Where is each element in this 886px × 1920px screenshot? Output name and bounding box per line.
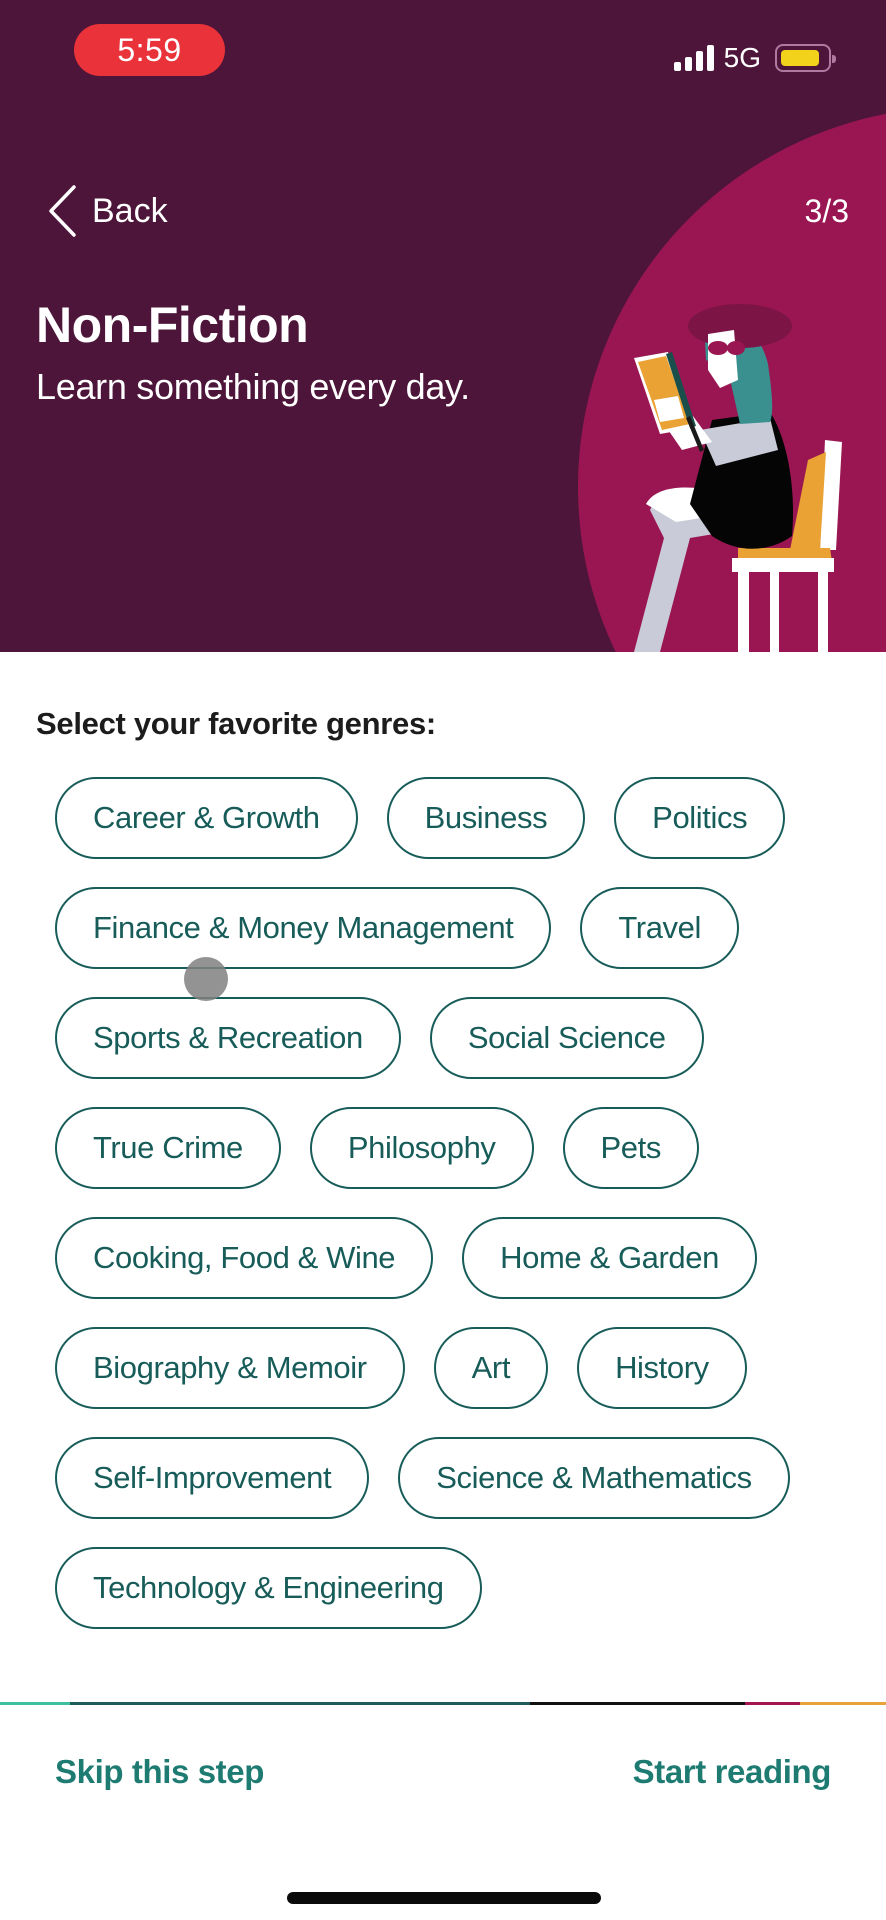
page-subtitle: Learn something every day.	[36, 366, 470, 407]
genre-chip[interactable]: Career & Growth	[55, 777, 358, 859]
back-button[interactable]: Back	[46, 184, 168, 238]
genre-chip-label: True Crime	[93, 1130, 243, 1165]
genre-chip-label: Home & Garden	[500, 1240, 719, 1275]
genre-chip-label: Travel	[618, 910, 701, 945]
start-reading-button[interactable]: Start reading	[633, 1753, 832, 1791]
genre-chip-label: Art	[471, 1350, 511, 1385]
genre-chip[interactable]: History	[577, 1327, 747, 1409]
genre-chip-label: Career & Growth	[93, 800, 320, 835]
genre-chip[interactable]: Politics	[614, 777, 786, 859]
back-label: Back	[92, 191, 168, 230]
genre-chip-label: History	[615, 1350, 709, 1385]
genre-chip[interactable]: Home & Garden	[462, 1217, 757, 1299]
reader-illustration	[634, 304, 842, 652]
genre-chip-label: Biography & Memoir	[93, 1350, 367, 1385]
genre-chip-label: Philosophy	[347, 1130, 496, 1165]
genre-chip-label: Science & Mathematics	[436, 1460, 752, 1495]
genre-chip[interactable]: Business	[386, 777, 586, 859]
genre-chip[interactable]: Cooking, Food & Wine	[55, 1217, 434, 1299]
genre-chip[interactable]: True Crime	[55, 1107, 281, 1189]
genre-chip-label: Sports & Recreation	[93, 1020, 363, 1055]
genre-chip[interactable]: Sports & Recreation	[55, 997, 401, 1079]
genre-chip[interactable]: Self-Improvement	[55, 1437, 370, 1519]
signal-icon	[673, 45, 714, 71]
genre-chip[interactable]: Pets	[562, 1107, 699, 1189]
genre-chip[interactable]: Technology & Engineering	[55, 1547, 482, 1629]
genre-chip-label: Technology & Engineering	[93, 1570, 444, 1605]
battery-icon	[775, 44, 836, 72]
network-type: 5G	[723, 42, 761, 73]
genre-list: Career & Growth Business Politics Finance &…	[0, 770, 886, 1704]
genre-chip-label: Finance & Money Management	[93, 910, 514, 945]
chevron-left-icon	[49, 185, 76, 237]
header: 5:59 5G Back 3/3 Non-Fiction Learn somet…	[0, 0, 886, 652]
genre-chip-label: Business	[424, 800, 548, 835]
genre-chip[interactable]: Biography & Memoir	[55, 1327, 405, 1409]
home-indicator[interactable]	[287, 1892, 601, 1904]
genre-chip-label: Self-Improvement	[93, 1460, 332, 1495]
genres-label: Select your favorite genres:	[36, 706, 436, 741]
step-indicator: 3/3	[804, 193, 849, 229]
genre-chip[interactable]: Social Science	[429, 997, 704, 1079]
genre-chip-label: Pets	[600, 1130, 662, 1165]
genre-chip-label: Social Science	[467, 1020, 666, 1055]
footer-divider	[0, 1702, 886, 1705]
genre-chip[interactable]: Science & Mathematics	[398, 1437, 790, 1519]
status-icons: 5G	[673, 42, 836, 73]
genre-chips: Career & Growth Business Politics Finance &…	[55, 777, 845, 1629]
page-title: Non-Fiction	[36, 297, 309, 353]
genre-chip[interactable]: Philosophy	[309, 1107, 534, 1189]
genre-chip[interactable]: Travel	[580, 887, 739, 969]
touch-indicator	[184, 957, 228, 1001]
genre-chip[interactable]: Art	[433, 1327, 549, 1409]
genre-chip-label: Cooking, Food & Wine	[93, 1240, 396, 1275]
status-time: 5:59	[74, 24, 225, 76]
skip-button[interactable]: Skip this step	[55, 1753, 264, 1791]
genre-chip[interactable]: Finance & Money Management	[55, 887, 552, 969]
genre-chip-label: Politics	[652, 800, 748, 835]
